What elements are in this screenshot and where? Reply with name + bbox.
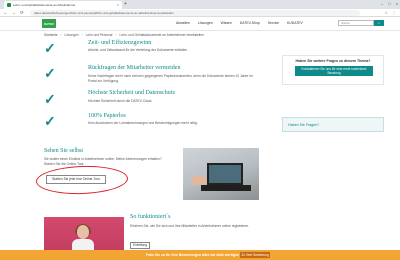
browser-tab[interactable]: Lohn- und Gehaltsdokumente an Arbeitnehm… [4, 1, 122, 9]
breadcrumb-item[interactable]: Startseite [44, 33, 57, 37]
search-input[interactable]: Suche [338, 20, 374, 26]
nav-buttons: ← → ⟳ [3, 10, 24, 16]
checkmark-icon: ✓ [44, 40, 56, 56]
contact-question: Haben Sie weitere Fragen zu diesem Thema… [295, 59, 371, 63]
menu-icon[interactable]: ⋮ [392, 10, 396, 15]
person-head [77, 225, 89, 239]
laptop-screen [207, 163, 243, 185]
address-icons: ☆ ⋮ [384, 10, 396, 15]
breadcrumb: Startseite › Lösungen › Lohn und Personal ›… [44, 33, 204, 37]
contact-button[interactable]: Kontaktieren Sie uns für eine erste kost… [295, 66, 373, 76]
checkmark-icon: ✓ [44, 91, 56, 107]
breadcrumb-separator-icon: › [81, 33, 83, 37]
feature-desc: Keine Nachfragen mehr nach verloren gega… [88, 74, 253, 83]
faq-link[interactable]: Haben Sie Fragen? [282, 117, 384, 132]
breadcrumb-separator-icon: › [60, 33, 62, 37]
section-desc: Erfahren Sie, wie Sie sich und Ihre Mita… [130, 224, 250, 228]
site-favicon-icon [7, 3, 11, 7]
datev-logo[interactable]: DATEV [42, 19, 56, 28]
maximize-icon[interactable]: □ [388, 1, 390, 6]
nav-item-wissen[interactable]: Wissen [221, 21, 232, 25]
window-controls: – □ × [381, 1, 398, 6]
minimize-icon[interactable]: – [381, 1, 383, 6]
search-icon: ⌕ [378, 21, 380, 25]
hand-shape [191, 176, 207, 185]
feature-desc: Kein Ausdrucken der Lohnabrechnungen und… [88, 121, 198, 125]
nav-item-loesungen[interactable]: Lösungen [198, 21, 213, 25]
nav-item-kudatev[interactable]: KUDATEV [287, 21, 303, 25]
feedback-button[interactable]: Zu Ihrer Bewertung [240, 252, 270, 258]
breadcrumb-item[interactable]: Lösungen [65, 33, 79, 37]
star-icon[interactable]: ☆ [384, 10, 388, 15]
checkmark-icon: ✓ [44, 113, 56, 129]
forward-icon[interactable]: → [12, 10, 17, 16]
back-icon[interactable]: ← [3, 10, 8, 16]
laptop-photo [183, 148, 259, 200]
url-field[interactable]: datev.de/web/de/loesungen/lohn-und-perso… [30, 10, 360, 16]
search-button[interactable]: ⌕ [374, 20, 384, 26]
main-nav: Aktuelles Lösungen Wissen DATEV-Shop Ser… [176, 21, 303, 25]
site-header: DATEV Aktuelles Lösungen Wissen DATEV-Sh… [0, 17, 400, 31]
annotation-circle [35, 164, 129, 196]
section-title: Sehen Sie selbst [44, 148, 83, 154]
feedback-bar: Falls Sie zu Ihr Ihre Bewertungen bitte … [0, 250, 400, 260]
close-window-icon[interactable]: × [396, 1, 398, 6]
nav-item-service[interactable]: Service [268, 21, 279, 25]
feature-title: Zeit- und Effizienzgewinn [88, 40, 152, 46]
address-bar: ← → ⟳ datev.de/web/de/loesungen/lohn-und… [0, 9, 400, 17]
tab-title: Lohn- und Gehaltsdokumente an Arbeitnehm… [13, 3, 76, 7]
contact-card: Haben Sie weitere Fragen zu diesem Thema… [282, 55, 384, 85]
reload-icon[interactable]: ⟳ [20, 10, 24, 16]
new-tab-icon[interactable]: + [124, 1, 127, 7]
feature-title: Rückfragen der Mitarbeiter vermeiden [88, 65, 181, 71]
nav-item-shop[interactable]: DATEV-Shop [240, 21, 260, 25]
nav-item-aktuelles[interactable]: Aktuelles [176, 21, 190, 25]
feature-desc: Höchste Sicherheit durch die DATEV-Cloud… [88, 99, 153, 103]
close-tab-icon[interactable]: × [117, 3, 119, 7]
checkmark-icon: ✓ [44, 65, 56, 81]
browser-tab-bar: Lohn- und Gehaltsdokumente an Arbeitnehm… [0, 0, 400, 9]
section-title: So funktioniert´s [130, 214, 171, 220]
section-desc: Sie wollen einen Einblick in Arbeitnehme… [44, 157, 162, 166]
feature-title: Höchste Sicherheit und Datenschutz [88, 90, 176, 96]
einleitung-button[interactable]: Einleitung [130, 242, 150, 249]
breadcrumb-separator-icon: › [115, 33, 117, 37]
feature-title: 100% Papierlos [88, 113, 126, 119]
laptop-base [201, 185, 251, 191]
feature-desc: Arbeits- und Zeitaufwand für die Verteil… [88, 48, 189, 52]
feedback-message: Falls Sie zu Ihr Ihre Bewertungen bitte … [146, 253, 240, 257]
breadcrumb-item-current: Lohn- und Gehaltsdokumente an Arbeitnehm… [119, 33, 204, 37]
breadcrumb-item[interactable]: Lohn und Personal [86, 33, 113, 37]
